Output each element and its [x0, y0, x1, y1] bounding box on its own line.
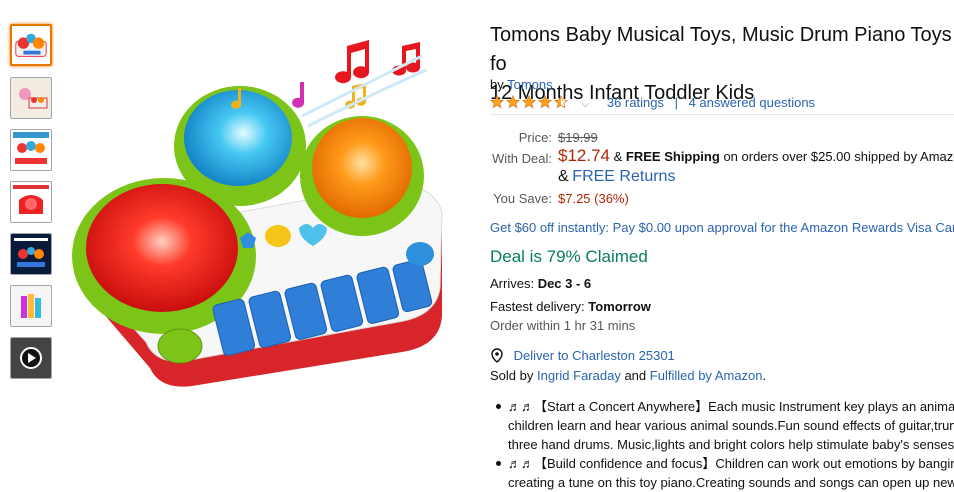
period: .: [762, 368, 767, 383]
deal-claimed: Deal is 79% Claimed: [490, 247, 648, 266]
deliver-to-link[interactable]: Deliver to Charleston 25301: [514, 348, 675, 363]
amp: &: [613, 149, 623, 164]
deliver-to-row[interactable]: Deliver to Charleston 25301: [490, 348, 675, 366]
star-rating[interactable]: [489, 95, 572, 112]
list-price: $19.99: [558, 130, 598, 145]
bullet-dot: [496, 404, 501, 409]
chevron-down-icon[interactable]: ⌵: [582, 99, 590, 110]
shipping-note: on orders over $25.00 shipped by Amazon: [723, 149, 954, 164]
separator: |: [674, 95, 678, 110]
product-title-line1: Tomons Baby Musical Toys, Music Drum Pia…: [490, 24, 952, 75]
by-label: by: [490, 77, 504, 92]
thumbnail-5[interactable]: [10, 233, 52, 275]
bullet-line: ♬♬【Start a Concert Anywhere】Each music I…: [508, 399, 954, 414]
fastest-value: Tomorrow: [588, 299, 651, 314]
deal-label: With Deal:: [492, 151, 552, 166]
product-main-image[interactable]: [62, 16, 472, 426]
thumbnail-2[interactable]: [10, 77, 52, 119]
arrives-label: Arrives:: [490, 276, 535, 291]
thumbnail-video[interactable]: [10, 337, 52, 379]
rewards-promo-link[interactable]: Get $60 off instantly: Pay $0.00 upon ap…: [490, 220, 954, 235]
price-label: Price:: [518, 130, 552, 145]
fastest-label: Fastest delivery:: [490, 299, 585, 314]
location-pin-icon: [490, 348, 504, 366]
fulfilled-link[interactable]: Fulfilled by Amazon: [650, 368, 763, 383]
thumbnail-4[interactable]: [10, 181, 52, 223]
brand-link[interactable]: Tomons: [507, 77, 553, 92]
rating-row: ⌵ 36 ratings | 4 answered questions: [489, 95, 815, 112]
free-returns-row: & FREE Returns: [558, 168, 675, 186]
answered-questions-link[interactable]: 4 answered questions: [689, 95, 815, 110]
and-text: and: [624, 368, 647, 383]
byline: by Tomons: [490, 77, 553, 92]
sold-by-label: Sold by: [490, 368, 534, 383]
thumbnail-1[interactable]: [10, 24, 52, 66]
free-returns-link[interactable]: FREE Returns: [572, 168, 675, 185]
arrives-value: Dec 3 - 6: [537, 276, 592, 291]
arrives-row: Arrives: Dec 3 - 6: [490, 276, 591, 291]
amp2: &: [558, 168, 569, 185]
order-within: Order within 1 hr 31 mins: [490, 318, 636, 333]
product-details: Tomons Baby Musical Toys, Music Drum Pia…: [489, 0, 954, 490]
divider: [490, 114, 954, 115]
free-shipping[interactable]: FREE Shipping: [626, 149, 720, 164]
save-label: You Save:: [493, 191, 552, 206]
sold-by-row: Sold by Ingrid Faraday and Fulfilled by …: [490, 368, 766, 383]
bullet-line: children learn and hear various animal s…: [508, 418, 954, 433]
bullet-line: three hand drums. Music,lights and brigh…: [508, 437, 954, 452]
deal-price-row: $12.74 & FREE Shipping on orders over $2…: [558, 146, 954, 166]
bullet-line: ♬♬【Build confidence and focus】Children c…: [508, 456, 954, 471]
thumbnail-3[interactable]: [10, 129, 52, 171]
fastest-row: Fastest delivery: Tomorrow: [490, 299, 651, 314]
save-value: $7.25 (36%): [558, 191, 629, 206]
thumbnail-6[interactable]: [10, 285, 52, 327]
bullet-line: creating a tune on this toy piano.Creati…: [508, 475, 954, 490]
seller-link[interactable]: Ingrid Faraday: [537, 368, 621, 383]
bullet-dot: [496, 461, 501, 466]
ratings-count-link[interactable]: 36 ratings: [607, 95, 664, 110]
deal-price: $12.74: [558, 146, 610, 165]
